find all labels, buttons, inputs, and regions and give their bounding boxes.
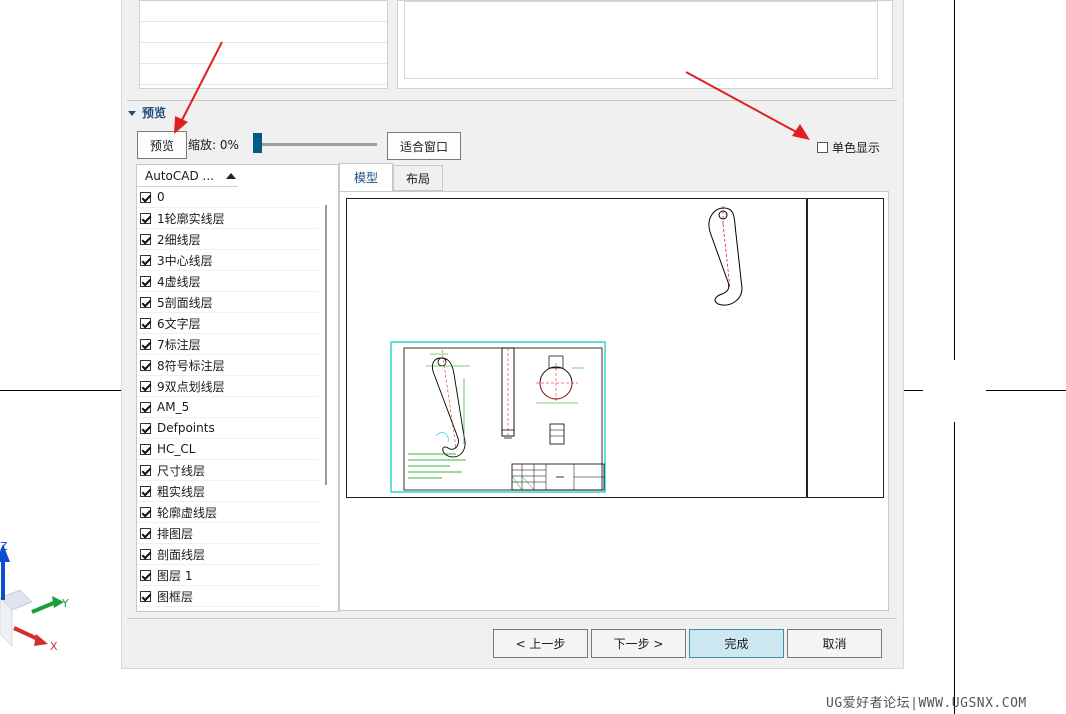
annotation-arrows xyxy=(174,41,810,140)
red-arrow-icon xyxy=(174,41,223,134)
watermark: UG爱好者论坛|WWW.UGSNX.COM xyxy=(826,696,1027,711)
red-arrow-icon xyxy=(685,71,810,140)
